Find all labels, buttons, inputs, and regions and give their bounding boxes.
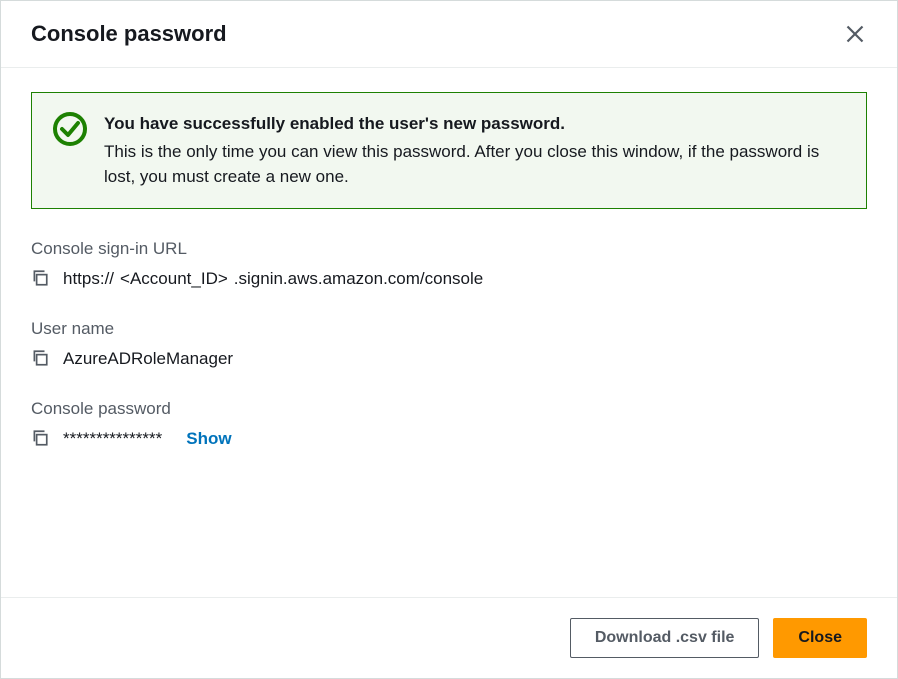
username-field: User name AzureADRoleManager xyxy=(31,319,867,369)
copy-icon[interactable] xyxy=(31,429,51,449)
username-value-row: AzureADRoleManager xyxy=(31,349,867,369)
password-value-row: *************** Show xyxy=(31,429,867,449)
password-masked: *************** xyxy=(63,429,162,449)
signin-url-label: Console sign-in URL xyxy=(31,239,867,259)
show-password-link[interactable]: Show xyxy=(186,429,231,449)
success-check-icon xyxy=(52,111,88,147)
signin-url-value-row: https:// <Account_ID> .signin.aws.amazon… xyxy=(31,269,867,289)
download-csv-button[interactable]: Download .csv file xyxy=(570,618,760,658)
signin-url-field: Console sign-in URL https:// <Account_ID… xyxy=(31,239,867,289)
success-alert: You have successfully enabled the user's… xyxy=(31,92,867,209)
username-value: AzureADRoleManager xyxy=(63,349,233,369)
signin-url-value: https:// <Account_ID> .signin.aws.amazon… xyxy=(63,269,483,289)
alert-content: You have successfully enabled the user's… xyxy=(104,111,846,190)
close-icon[interactable] xyxy=(843,22,867,46)
modal-title: Console password xyxy=(31,21,227,47)
password-field: Console password *************** Show xyxy=(31,399,867,449)
copy-icon[interactable] xyxy=(31,349,51,369)
copy-icon[interactable] xyxy=(31,269,51,289)
password-label: Console password xyxy=(31,399,867,419)
modal-footer: Download .csv file Close xyxy=(1,597,897,678)
close-button[interactable]: Close xyxy=(773,618,867,658)
console-password-modal: Console password You have successfully e… xyxy=(0,0,898,679)
modal-body: You have successfully enabled the user's… xyxy=(1,68,897,597)
url-prefix: https:// xyxy=(63,269,114,289)
account-id-placeholder: <Account_ID> xyxy=(120,269,228,289)
url-suffix: .signin.aws.amazon.com/console xyxy=(234,269,483,289)
alert-body: This is the only time you can view this … xyxy=(104,139,846,190)
modal-header: Console password xyxy=(1,1,897,68)
username-label: User name xyxy=(31,319,867,339)
alert-title: You have successfully enabled the user's… xyxy=(104,111,846,137)
